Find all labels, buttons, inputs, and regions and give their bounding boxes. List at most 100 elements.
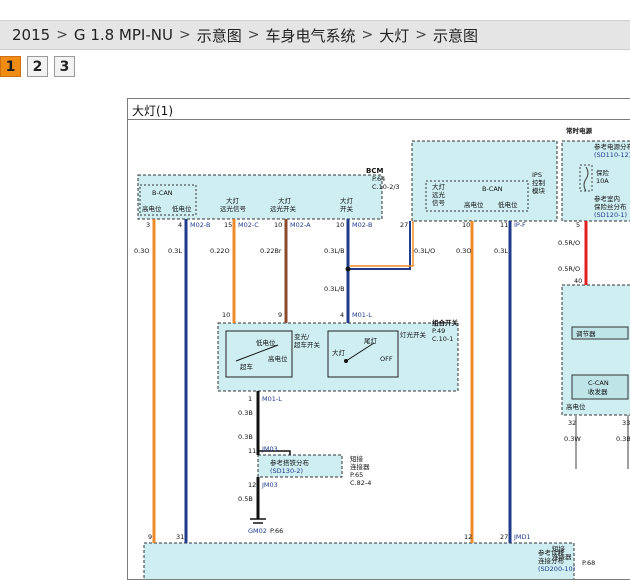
- power-ref: 参考电源分布: [594, 142, 630, 151]
- bottom-pin: 9: [148, 533, 152, 541]
- high-beam-label: 高电位: [268, 354, 288, 363]
- power-pin: 5: [576, 221, 580, 229]
- wire-spec: 0.3B: [238, 409, 253, 417]
- passing-label: 超车: [240, 362, 254, 371]
- bottom-pin: 27: [500, 533, 508, 541]
- bcm-pin: 15: [224, 221, 232, 229]
- wire-spec: 0.3L: [168, 247, 182, 255]
- bottom-pin: 31: [176, 533, 184, 541]
- breadcrumb-item-body-electrical[interactable]: 车身电气系统: [265, 25, 355, 46]
- dimmer-switch-label: 变光/: [294, 332, 310, 341]
- ips-pin: 10: [462, 221, 470, 229]
- bottom-ref: 连接分布: [538, 556, 565, 565]
- breadcrumb-item-headlamp[interactable]: 大灯: [379, 25, 409, 46]
- joint-pin: 12: [248, 481, 256, 489]
- breadcrumb-item-year[interactable]: 2015: [12, 26, 50, 44]
- bcm-label: BCM: [366, 167, 383, 175]
- bcm-connector: M02-A: [290, 221, 311, 229]
- breadcrumb-item-model[interactable]: G 1.8 MPI-NU: [74, 26, 173, 44]
- page-button-2[interactable]: 2: [27, 56, 48, 77]
- bcm-pin: 10: [336, 221, 344, 229]
- ccan-high-label: 高电位: [566, 402, 586, 411]
- combo-connector-bottom: M01-L: [262, 395, 282, 403]
- fuse-label: 10A: [596, 177, 609, 185]
- bcm-pin: 4: [178, 221, 182, 229]
- ips-pin: 27: [400, 221, 408, 229]
- ips-high-label: 高电位: [464, 200, 484, 209]
- breadcrumb-separator: >: [361, 27, 374, 43]
- light-switch-pivot: [344, 359, 348, 363]
- wire-spec: 0.22O: [210, 247, 230, 255]
- breadcrumb-separator: >: [247, 27, 260, 43]
- tail-lamp-label: 尾灯: [364, 336, 378, 345]
- wire-spec: 0.3W: [564, 435, 581, 443]
- ips-beam-label: 信号: [432, 198, 446, 207]
- breadcrumb-item-schematic[interactable]: 示意图: [197, 25, 242, 46]
- wire-spec: 0.3B: [238, 433, 253, 441]
- bottom-connector: JMD1: [513, 533, 531, 541]
- breadcrumb-item-current: 示意图: [432, 26, 478, 45]
- combo-switch-label: 组合开关: [432, 318, 459, 327]
- bcm-bcan-label: B-CAN: [152, 189, 173, 197]
- bcm-pin-label-beam-signal-2: 远光信号: [220, 204, 247, 213]
- bcm-connector: M02-C: [238, 221, 259, 229]
- bcm-high-label: 高电位: [142, 204, 162, 213]
- combo-pin: 4: [340, 311, 344, 319]
- ips-pin: 11: [500, 221, 508, 229]
- combo-switch-ref-page: P.49: [432, 327, 445, 335]
- bottom-pin: 12: [464, 533, 472, 541]
- bottom-joint-box: [143, 542, 575, 579]
- ips-beam-label: 大灯: [432, 182, 446, 191]
- joint-connector-code: JM03: [261, 481, 278, 489]
- joint-ref-code: (SD130-2): [270, 467, 303, 475]
- ccan-label: 收发器: [588, 387, 608, 396]
- wiring-diagram: 大灯(1) BCM P.64 C.10-2/3 B-CAN 高电位 低电位 大灯…: [127, 98, 630, 580]
- dimmer-switch-label: 超车开关: [294, 340, 321, 349]
- ips-low-label: 低电位: [498, 200, 518, 209]
- bottom-ref-code: (SD200-10): [538, 565, 575, 573]
- ground-label: GM02: [248, 527, 267, 535]
- pagination: 1 2 3: [0, 56, 81, 77]
- bcm-pin-label-beam-switch-1: 大灯: [278, 196, 292, 205]
- wire-spec: 0.5R/O: [558, 265, 580, 273]
- always-power-label: 常时电源: [566, 126, 593, 135]
- ccan-pin: 33: [622, 419, 630, 427]
- power-ref: 保险丝分布: [594, 202, 627, 211]
- wire-spec: 0.3O: [456, 247, 471, 255]
- wire-spec: 0.3L/B: [324, 285, 345, 293]
- bcm-pin: 3: [146, 221, 150, 229]
- wire-spec: 0.3L/O: [414, 247, 435, 255]
- wire-junction: [345, 266, 351, 272]
- low-beam-label: 低电位: [256, 338, 276, 347]
- bcm-low-label: 低电位: [172, 204, 192, 213]
- joint-connector-code: JM03: [261, 445, 278, 453]
- ips-label: IPS: [532, 171, 542, 179]
- combo-pin: 9: [278, 311, 282, 319]
- wire-spec: 0.3L: [494, 247, 508, 255]
- wiring-schematic: BCM P.64 C.10-2/3 B-CAN 高电位 低电位 大灯 远光信号 …: [134, 126, 630, 579]
- power-ref-code: (SD110-12): [594, 151, 630, 159]
- bcm-pin-label-beam-signal-1: 大灯: [226, 196, 240, 205]
- breadcrumb-separator: >: [415, 27, 427, 43]
- wire-spec: 0.5R/O: [558, 239, 580, 247]
- ips-label: 模块: [532, 186, 546, 195]
- bottom-ref-page: P.68: [582, 559, 595, 567]
- joint-ref-code: C.82-4: [350, 479, 371, 487]
- breadcrumb: 2015 > G 1.8 MPI-NU > 示意图 > 车身电气系统 > 大灯 …: [0, 20, 630, 50]
- ips-label: 控制: [532, 178, 546, 187]
- off-label: OFF: [380, 355, 393, 363]
- breadcrumb-separator: >: [56, 27, 68, 43]
- joint-name: 连接器: [350, 462, 370, 471]
- bcm-pin-label-head-switch-2: 开关: [340, 204, 354, 213]
- wire-spec: 0.22Br: [260, 247, 282, 255]
- fuse-label: 保险: [596, 168, 610, 177]
- wire-spec: 0.3B: [616, 435, 630, 443]
- combo-switch-ref-code: C.10-1: [432, 335, 453, 343]
- joint-pin: 11: [248, 447, 256, 455]
- page-button-3[interactable]: 3: [54, 56, 75, 77]
- joint-name: 短接: [350, 454, 364, 463]
- page-button-1[interactable]: 1: [0, 56, 21, 77]
- ips-beam-label: 远光: [432, 190, 446, 199]
- ccan-pin: 32: [568, 419, 576, 427]
- bcm-pin-label-beam-switch-2: 远光开关: [270, 204, 297, 213]
